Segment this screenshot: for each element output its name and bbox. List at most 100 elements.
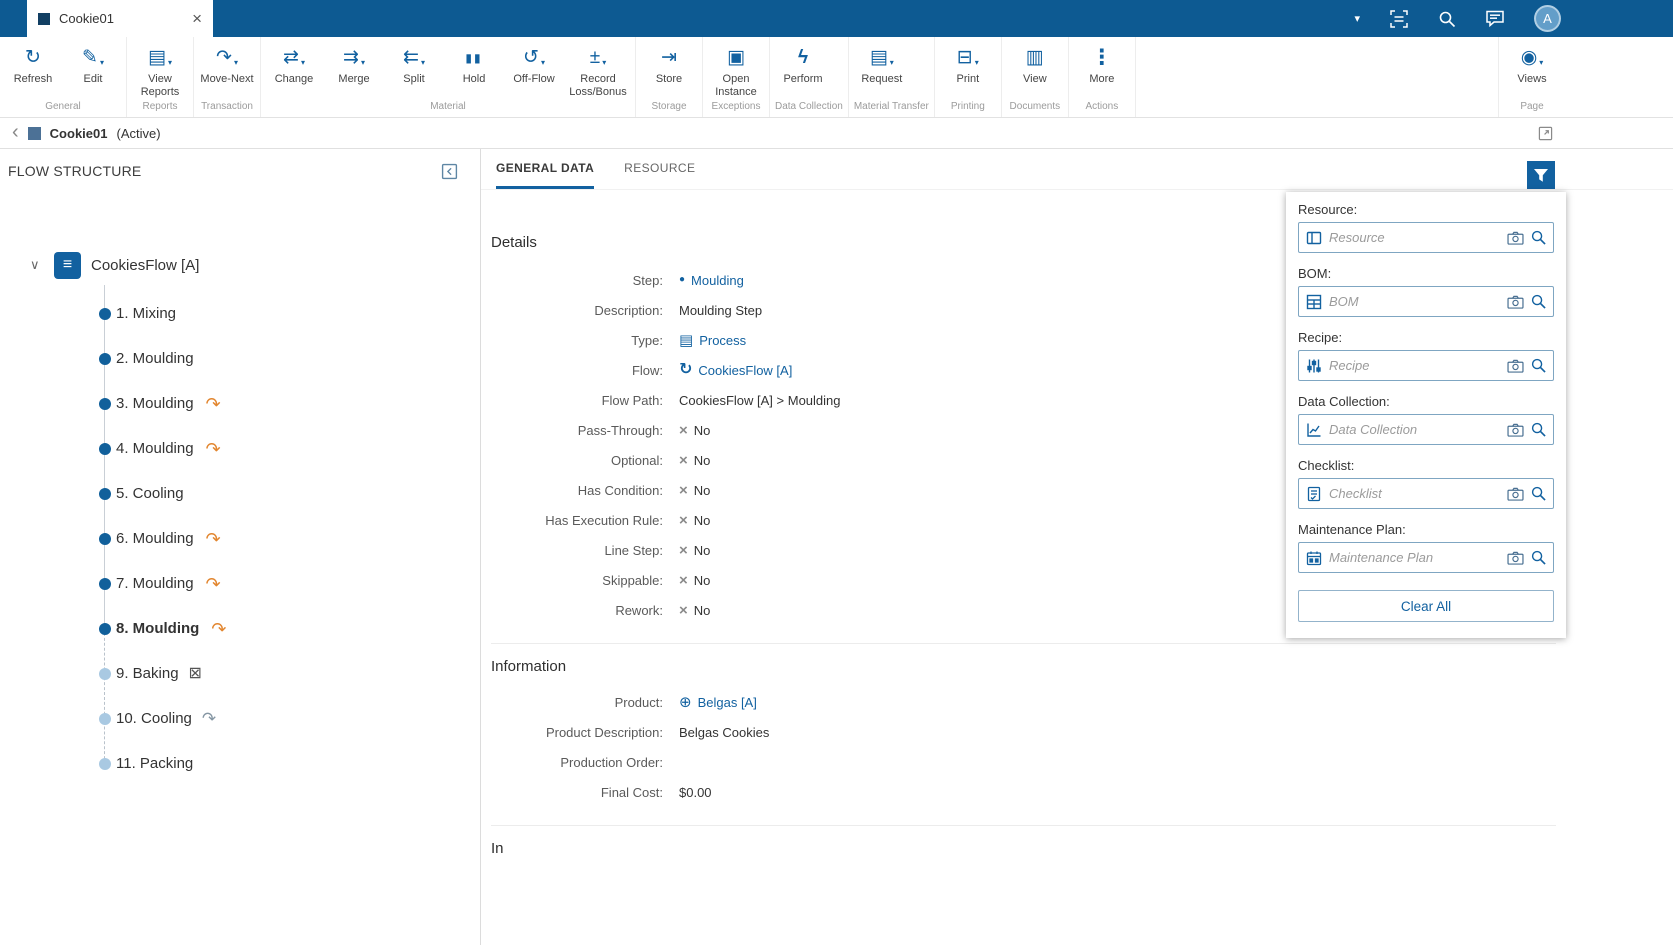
search-icon[interactable] (1531, 486, 1546, 501)
flow-icon: ↻ (679, 361, 693, 378)
view-reports-button[interactable]: ▤ ▾ View Reports (130, 44, 190, 98)
toolbar-group-storage: ⇥ Store Storage (636, 37, 703, 117)
record-loss-bonus-button[interactable]: ± ▾ Record Loss/Bonus (564, 44, 632, 98)
toolbar-group-label: Printing (950, 101, 985, 112)
recipe-icon (1306, 358, 1322, 374)
collapse-panel-icon[interactable] (441, 163, 458, 180)
toolbar-group-general: ↻ Refresh ✎ ▾ Edit General (0, 37, 127, 117)
toolbar-group-label: Storage (651, 101, 687, 112)
process-icon: ▤ (679, 331, 694, 349)
detail-row: Product: ⊕ Belgas [A] (614, 693, 757, 711)
content-area: FLOW STRUCTURE ∨ ≡ CookiesFlow [A] 1. Mi… (0, 149, 1673, 945)
toolbar-group-material-transfer: ▤ ▾ Request Material Transfer (849, 37, 935, 117)
view-documents-button[interactable]: ▥ View (1005, 44, 1065, 86)
chevron-expanded-icon[interactable]: ∨ (30, 257, 44, 273)
camera-icon[interactable] (1507, 231, 1524, 245)
refresh-button[interactable]: ↻ Refresh (3, 44, 63, 86)
recipe-input[interactable] (1329, 358, 1500, 373)
type-link[interactable]: ▤ Process (679, 333, 746, 348)
camera-icon[interactable] (1507, 551, 1524, 565)
chevron-down-icon[interactable]: ▾ (1354, 12, 1360, 25)
off-flow-button[interactable]: ↺ ▾ Off-Flow (504, 44, 564, 98)
document-tab[interactable]: Cookie01 × (27, 0, 213, 37)
change-button[interactable]: ⇄ ▾ Change (264, 44, 324, 98)
filter-field-data-collection: Data Collection: (1298, 394, 1554, 445)
filter-field-bom: BOM: (1298, 266, 1554, 317)
avatar[interactable]: A (1534, 5, 1561, 32)
more-button[interactable]: ⋮ More (1072, 44, 1132, 86)
edit-button[interactable]: ✎ ▾ Edit (63, 44, 123, 86)
flow-step-3[interactable]: 3. Moulding ↷ (0, 381, 480, 426)
split-button[interactable]: ⇇ ▾ Split (384, 44, 444, 98)
store-button[interactable]: ⇥ Store (639, 44, 699, 86)
search-icon[interactable] (1531, 294, 1546, 309)
flow-step-5[interactable]: 5. Cooling (0, 471, 480, 516)
flow-step-2[interactable]: 2. Moulding (0, 336, 480, 381)
clear-all-button[interactable]: Clear All (1298, 590, 1554, 622)
step-dot (99, 307, 111, 320)
toolbar-group-printing: ⊟ ▾ Print Printing (935, 37, 1002, 117)
search-icon[interactable] (1531, 422, 1546, 437)
request-button[interactable]: ▤ ▾ Request (852, 44, 912, 86)
move-next-button[interactable]: ↷ ▾ Move-Next (197, 44, 257, 86)
flow-root-node[interactable]: ∨ ≡ CookiesFlow [A] (0, 247, 480, 283)
camera-icon[interactable] (1507, 295, 1524, 309)
move-next-icon: ↷ (216, 47, 232, 68)
flow-step-6[interactable]: 6. Moulding ↷ (0, 516, 480, 561)
no-icon: × (679, 511, 688, 529)
toolbar-group-data-collection: ϟ Perform Data Collection (770, 37, 849, 117)
toolbar-group-label: Data Collection (775, 101, 843, 112)
search-icon[interactable] (1531, 358, 1546, 373)
print-button[interactable]: ⊟ ▾ Print (938, 44, 998, 86)
views-button[interactable]: ◉ ▾ Views (1502, 44, 1562, 86)
maintenance-plan-input[interactable] (1329, 550, 1500, 565)
camera-icon[interactable] (1507, 423, 1524, 437)
tab-resource[interactable]: RESOURCE (624, 149, 695, 189)
step-dot (99, 352, 111, 365)
flow-step-1[interactable]: 1. Mixing (0, 291, 480, 336)
flow-step-7[interactable]: 7. Moulding ↷ (0, 561, 480, 606)
product-link[interactable]: ⊕ Belgas [A] (679, 695, 757, 710)
no-icon: × (679, 571, 688, 589)
flow-structure-panel: FLOW STRUCTURE ∨ ≡ CookiesFlow [A] 1. Mi… (0, 149, 481, 945)
information-section: Information Product: ⊕ Belgas [A] Produc… (491, 643, 1556, 807)
bom-input[interactable] (1329, 294, 1500, 309)
data-collection-input[interactable] (1329, 422, 1500, 437)
flow-step-10[interactable]: 10. Cooling ↷ (0, 696, 480, 741)
step-icon: ● (679, 274, 686, 285)
detail-row: Product Description: Belgas Cookies (545, 724, 770, 740)
merge-button[interactable]: ⇉ ▾ Merge (324, 44, 384, 98)
close-icon[interactable]: × (192, 10, 202, 27)
chevron-down-icon: ▾ (420, 58, 425, 67)
toolbar-group-label: Transaction (201, 101, 253, 112)
filter-button[interactable] (1527, 161, 1555, 189)
search-icon[interactable] (1531, 550, 1546, 565)
merge-icon: ⇉ (343, 47, 359, 68)
scan-icon[interactable] (1389, 9, 1409, 29)
no-icon: × (679, 451, 688, 469)
back-chevron-icon[interactable]: ‹ (12, 122, 19, 142)
open-instance-button[interactable]: ▣ Open Instance (706, 44, 766, 98)
flow-step-9[interactable]: 9. Baking ⊠ (0, 651, 480, 696)
view-documents-icon: ▥ (1025, 47, 1044, 68)
perform-button[interactable]: ϟ Perform (773, 44, 833, 86)
step-dot (99, 532, 111, 545)
expand-icon[interactable] (1538, 126, 1553, 141)
resource-input[interactable] (1329, 230, 1500, 245)
resource-icon (1306, 230, 1322, 246)
checklist-input[interactable] (1329, 486, 1500, 501)
search-icon[interactable] (1438, 10, 1456, 28)
tab-general-data[interactable]: GENERAL DATA (496, 149, 595, 189)
flow-step-8-current[interactable]: 8. Moulding ↷ (0, 606, 480, 651)
step-link[interactable]: ● Moulding (679, 273, 744, 288)
camera-icon[interactable] (1507, 359, 1524, 373)
flow-step-11[interactable]: 11. Packing (0, 741, 480, 786)
tab-bar: GENERAL DATA RESOURCE (481, 149, 1673, 190)
search-icon[interactable] (1531, 230, 1546, 245)
rework-arrow-icon: ↷ (205, 573, 221, 594)
camera-icon[interactable] (1507, 487, 1524, 501)
hold-button[interactable]: ▮▮ Hold (444, 44, 504, 98)
flow-link[interactable]: ↻ CookiesFlow [A] (679, 362, 792, 378)
flow-step-4[interactable]: 4. Moulding ↷ (0, 426, 480, 471)
chat-icon[interactable] (1485, 9, 1505, 28)
